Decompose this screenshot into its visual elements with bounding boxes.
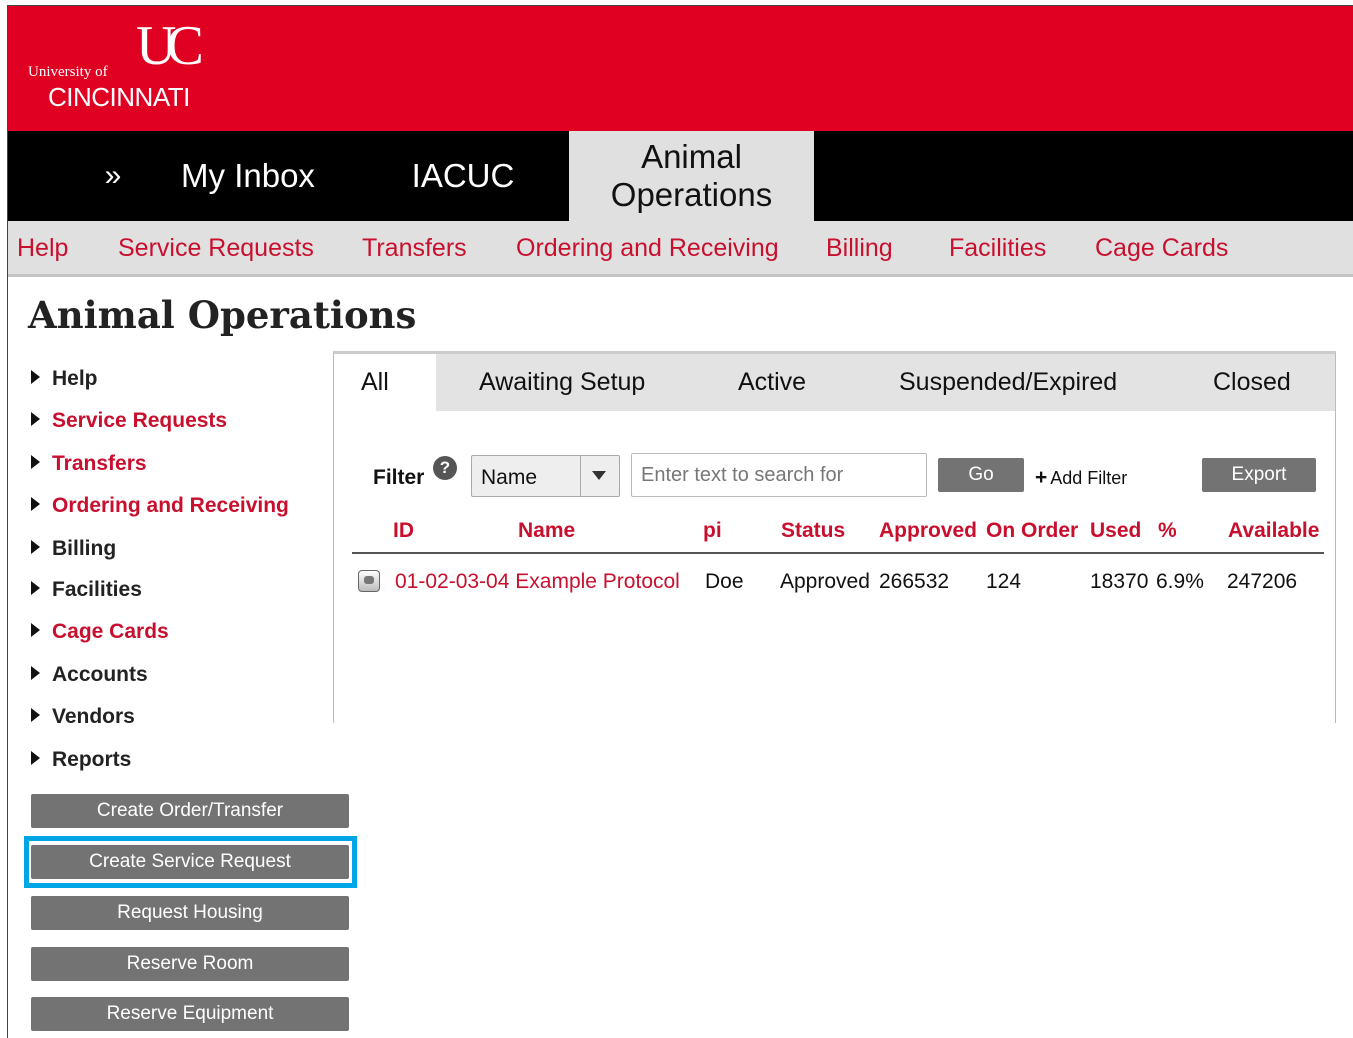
expand-triangle-icon <box>31 623 40 637</box>
sidebar-item-label: Help <box>52 367 98 390</box>
cell-approved: 266532 <box>879 570 950 593</box>
expand-triangle-icon <box>31 540 40 554</box>
brand-header: UC University of CINCINNATI <box>8 6 1353 131</box>
column-header-name[interactable]: Name <box>518 519 575 543</box>
app-frame: UC University of CINCINNATI » My Inbox I… <box>7 5 1353 1038</box>
tab-active[interactable]: Active <box>738 354 806 411</box>
sidebar-item-label: Vendors <box>52 705 135 728</box>
tab-suspended-expired[interactable]: Suspended/Expired <box>899 354 1117 411</box>
reserve-room-button[interactable]: Reserve Room <box>31 947 349 981</box>
protocols-panel: All Awaiting Setup Active Suspended/Expi… <box>333 351 1336 723</box>
subnav-cage-cards[interactable]: Cage Cards <box>1095 234 1228 263</box>
sidebar-item-vendors[interactable]: Vendors <box>31 705 135 729</box>
sidebar-item-reports[interactable]: Reports <box>31 748 131 772</box>
plus-icon: + <box>1035 466 1048 489</box>
sidebar-item-service-requests[interactable]: Service Requests <box>31 409 227 433</box>
column-header-on-order[interactable]: On Order <box>986 519 1078 543</box>
chevron-down-icon <box>592 471 606 480</box>
main-nav: » My Inbox IACUC Animal Operations <box>8 131 1353 221</box>
select-divider <box>580 456 581 496</box>
nav-animal-operations-label: Animal Operations <box>611 138 772 214</box>
protocol-icon[interactable] <box>358 570 380 592</box>
expand-triangle-icon <box>31 666 40 680</box>
logo-line-cincinnati: CINCINNATI <box>48 82 190 112</box>
protocol-name: Example Protocol <box>515 570 680 593</box>
expand-triangle-icon <box>31 581 40 595</box>
expand-triangle-icon <box>31 497 40 511</box>
create-order-transfer-button[interactable]: Create Order/Transfer <box>31 794 349 828</box>
protocol-link[interactable]: 01-02-03-04 Example Protocol <box>395 570 680 594</box>
add-filter-link[interactable]: + Add Filter <box>1035 466 1127 490</box>
column-header-available[interactable]: Available <box>1228 519 1319 543</box>
sidebar-item-facilities[interactable]: Facilities <box>31 578 142 602</box>
subnav-transfers[interactable]: Transfers <box>362 234 467 263</box>
status-tabs: All Awaiting Setup Active Suspended/Expi… <box>334 354 1335 411</box>
subnav-billing[interactable]: Billing <box>826 234 893 263</box>
sidebar-item-label: Billing <box>52 537 117 560</box>
expand-triangle-icon <box>31 455 40 469</box>
subnav-help[interactable]: Help <box>17 234 68 263</box>
sidebar-item-cage-cards[interactable]: Cage Cards <box>31 620 169 644</box>
university-logo[interactable]: UC University of CINCINNATI <box>28 16 228 116</box>
expand-triangle-icon <box>31 708 40 722</box>
nav-iacuc[interactable]: IACUC <box>398 131 528 221</box>
cell-on-order: 124 <box>986 570 1022 593</box>
tab-closed[interactable]: Closed <box>1213 354 1291 411</box>
add-filter-label: Add Filter <box>1050 468 1128 488</box>
column-header-id[interactable]: ID <box>393 519 414 543</box>
cell-pi: Doe <box>705 570 744 593</box>
sidebar-item-label: Service Requests <box>52 409 228 432</box>
column-header-pi[interactable]: pi <box>703 519 722 543</box>
expand-nav-icon[interactable]: » <box>88 131 138 221</box>
filter-field-value: Name <box>481 466 538 489</box>
expand-triangle-icon <box>31 751 40 765</box>
column-header-percent[interactable]: % <box>1158 519 1177 543</box>
column-header-approved[interactable]: Approved <box>879 519 977 543</box>
sidebar-item-accounts[interactable]: Accounts <box>31 663 148 687</box>
cell-available: 247206 <box>1227 570 1298 593</box>
reserve-equipment-button[interactable]: Reserve Equipment <box>31 997 349 1031</box>
export-button[interactable]: Export <box>1202 458 1316 492</box>
column-header-status[interactable]: Status <box>781 519 845 543</box>
create-service-request-button[interactable]: Create Service Request <box>31 845 349 879</box>
cell-status: Approved <box>780 570 870 593</box>
tab-awaiting-setup[interactable]: Awaiting Setup <box>479 354 645 411</box>
nav-animal-line2: Operations <box>610 176 773 213</box>
sidebar-item-billing[interactable]: Billing <box>31 537 116 561</box>
subnav-facilities[interactable]: Facilities <box>949 234 1046 263</box>
expand-triangle-icon <box>31 370 40 384</box>
uc-logo-mark: UC <box>136 15 204 77</box>
sidebar-item-help[interactable]: Help <box>31 367 98 391</box>
sidebar-item-label: Ordering and Receiving <box>52 494 289 517</box>
cell-percent: 6.9% <box>1156 570 1204 593</box>
go-button[interactable]: Go <box>938 458 1024 492</box>
sidebar-item-label: Transfers <box>52 452 147 475</box>
sidebar-item-label: Accounts <box>52 663 148 686</box>
nav-my-inbox[interactable]: My Inbox <box>168 131 328 221</box>
sidebar-item-label: Facilities <box>52 578 142 601</box>
column-header-used[interactable]: Used <box>1090 519 1141 543</box>
sub-nav: Help Service Requests Transfers Ordering… <box>8 221 1353 277</box>
subnav-ordering-receiving[interactable]: Ordering and Receiving <box>516 234 779 263</box>
sidebar-item-ordering-receiving[interactable]: Ordering and Receiving <box>31 494 289 518</box>
filter-field-select[interactable]: Name <box>471 455 620 497</box>
search-input[interactable] <box>631 453 927 497</box>
tab-all[interactable]: All <box>334 354 436 411</box>
logo-line-university: University of <box>28 64 108 80</box>
page-title: Animal Operations <box>28 293 417 337</box>
subnav-service-requests[interactable]: Service Requests <box>118 234 314 263</box>
help-icon[interactable]: ? <box>433 456 457 480</box>
sidebar-item-label: Cage Cards <box>52 620 169 643</box>
nav-animal-operations[interactable]: Animal Operations <box>569 131 814 221</box>
request-housing-button[interactable]: Request Housing <box>31 896 349 930</box>
sidebar-item-transfers[interactable]: Transfers <box>31 452 147 476</box>
table-header-divider <box>352 552 1324 554</box>
nav-animal-line1: Animal <box>641 138 742 175</box>
sidebar-item-label: Reports <box>52 748 132 771</box>
expand-triangle-icon <box>31 412 40 426</box>
protocol-id: 01-02-03-04 <box>395 570 510 593</box>
filter-label: Filter <box>373 466 425 489</box>
cell-used: 18370 <box>1090 570 1149 593</box>
